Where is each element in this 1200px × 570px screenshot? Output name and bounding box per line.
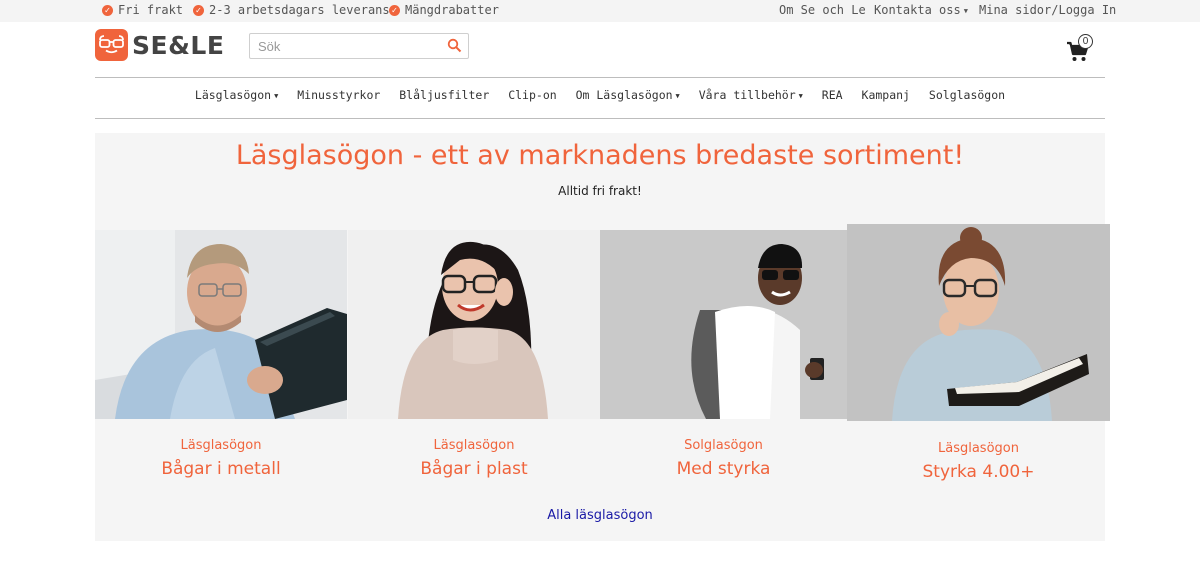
page-title: Läsglasögon - ett av marknadens bredaste… [235,140,965,171]
site-logo[interactable]: SE&LE [95,29,224,61]
nav-item-reading-glasses[interactable]: Läsglasögon ▼ [195,88,278,102]
usp-label: Fri frakt [118,3,184,17]
category-type: Solglasögon [684,438,763,453]
nav-item-accessories[interactable]: Våra tillbehör ▼ [699,88,803,102]
nav-item-label: Våra tillbehör [698,88,796,102]
search-input[interactable] [250,34,440,58]
category-title: Med styrka [676,459,771,479]
category-type: Läsglasögon [433,438,515,453]
category-card-metal-frames[interactable]: Läsglasögon Bågar i metall [95,438,347,479]
glasses-logo-icon [95,29,128,61]
cart-button[interactable]: 0 [1066,34,1106,64]
category-image-plastic-frames[interactable] [348,230,600,419]
category-title: Styrka 4.00+ [922,462,1035,482]
check-icon: ✓ [193,4,204,16]
nav-item-sunglasses[interactable]: Solglasögon [929,88,1005,102]
caret-down-icon: ▼ [963,6,968,15]
nav-item-label: Om Läsglasögon [575,88,673,102]
nav-item-label: Läsglasögon [194,88,272,102]
nav-item-sale[interactable]: REA [822,88,843,102]
category-type: Läsglasögon [938,441,1019,456]
caret-down-icon: ▼ [675,91,680,100]
logo-text: SE&LE [132,30,225,60]
cart-count-badge: 0 [1078,34,1093,49]
category-card-plastic-frames[interactable]: Läsglasögon Bågar i plast [348,438,600,479]
link-my-pages[interactable]: Mina sidor/Logga In [979,3,1116,17]
category-card-sunglasses[interactable]: Solglasögon Med styrka [600,438,847,479]
category-title: Bågar i plast [420,459,528,479]
caret-down-icon: ▼ [798,91,803,100]
nav-item-campaign[interactable]: Kampanj [862,88,910,102]
nav-item-about-reading-glasses[interactable]: Om Läsglasögon ▼ [576,88,680,102]
main-nav: Läsglasögon ▼ Minusstyrkor Blåljusfilter … [95,88,1105,108]
top-bar: ✓ Fri frakt ✓ 2-3 arbetsdagars leverans … [0,0,1200,22]
category-image-sunglasses[interactable] [600,230,847,419]
nav-divider-top [95,77,1105,78]
category-image-metal-frames[interactable] [95,230,347,419]
usp-free-shipping: ✓ Fri frakt [102,3,183,17]
category-type: Läsglasögon [180,438,262,453]
nav-item-minus[interactable]: Minusstyrkor [297,88,380,102]
link-contact[interactable]: Kontakta oss ▼ [874,3,968,17]
caret-down-icon: ▼ [274,91,279,100]
usp-label: Mängdrabatter [405,3,499,17]
link-contact-label: Kontakta oss [874,3,961,17]
usp-volume-discount: ✓ Mängdrabatter [389,3,499,17]
nav-item-clip-on[interactable]: Clip-on [508,88,556,102]
category-image-strength-4[interactable] [847,224,1110,421]
category-card-strength-4[interactable]: Läsglasögon Styrka 4.00+ [847,441,1110,482]
usp-label: 2-3 arbetsdagars leverans [209,3,390,17]
nav-divider-bottom [95,118,1105,119]
nav-item-blue-light[interactable]: Blåljusfilter [399,88,489,102]
usp-delivery: ✓ 2-3 arbetsdagars leverans [193,3,390,17]
page-subtitle: Alltid fri frakt! [558,184,642,198]
link-about[interactable]: Om Se och Le [779,3,866,17]
search-box [249,33,469,59]
all-reading-glasses-link[interactable]: Alla läsglasögon [95,508,1105,523]
category-title: Bågar i metall [161,459,281,479]
check-icon: ✓ [102,4,113,16]
search-icon[interactable] [447,38,462,57]
check-icon: ✓ [389,4,400,16]
